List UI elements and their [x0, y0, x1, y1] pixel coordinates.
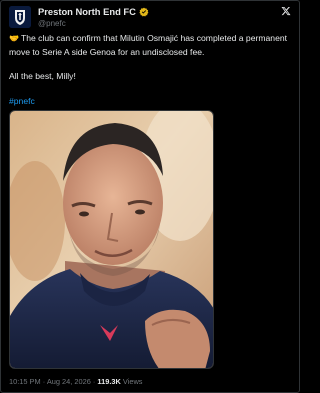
tweet-date[interactable]: Aug 24, 2026	[47, 377, 91, 386]
tweet-text: 🤝 The club can confirm that Milutin Osmaj…	[9, 32, 293, 83]
meta-separator: ·	[92, 377, 96, 386]
account-handle[interactable]: @pnefc	[38, 18, 149, 29]
views-label: Views	[122, 377, 143, 386]
announcement-paragraph: 🤝 The club can confirm that Milutin Osmaj…	[9, 32, 293, 58]
tweet-card[interactable]: Preston North End FC @pnefc 🤝 The club ca…	[0, 0, 300, 393]
display-name-row[interactable]: Preston North End FC	[38, 6, 149, 17]
meta-separator: ·	[42, 377, 46, 386]
announcement-text: The club can confirm that Milutin Osmaji…	[9, 33, 288, 57]
views-count: 119.3K	[97, 377, 121, 386]
tweet-photo[interactable]	[9, 110, 214, 369]
tweet-meta: 10:15 PM · Aug 24, 2026 · 119.3K Views	[9, 377, 143, 387]
player-photo	[10, 111, 213, 368]
verified-badge-icon	[139, 7, 149, 16]
tweet-header: Preston North End FC @pnefc	[9, 6, 293, 34]
tweet-time[interactable]: 10:15 PM	[9, 377, 41, 386]
handshake-emoji-icon: 🤝	[9, 34, 19, 43]
pnefc-crest-icon[interactable]	[9, 6, 31, 28]
account-names[interactable]: Preston North End FC @pnefc	[38, 6, 149, 29]
x-logo-icon[interactable]	[281, 6, 291, 16]
hashtag-link[interactable]: #pnefc	[9, 95, 35, 107]
sign-off-text: All the best, Milly!	[9, 71, 76, 81]
display-name[interactable]: Preston North End FC	[38, 6, 136, 17]
